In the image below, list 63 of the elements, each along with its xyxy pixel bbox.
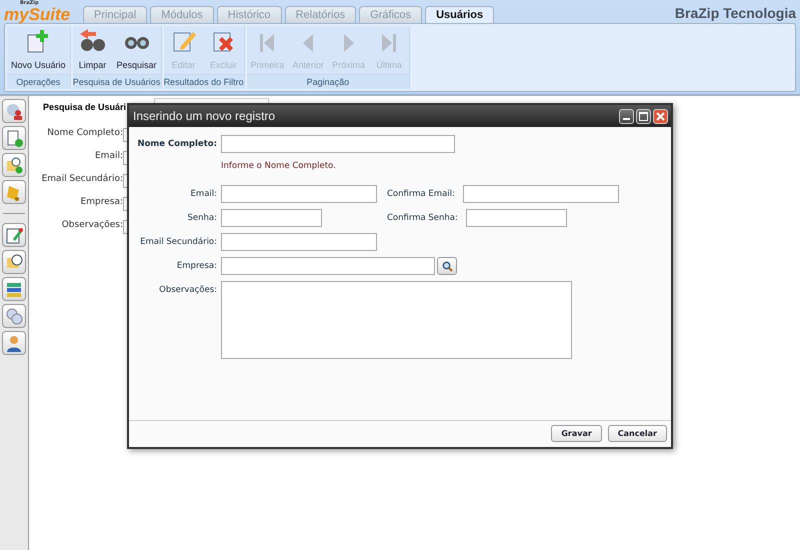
input-field[interactable] (221, 135, 455, 153)
field-label: Nome Completo: (136, 139, 217, 149)
search-button[interactable] (437, 257, 457, 275)
triangle-left-icon (301, 32, 316, 54)
field-label: Email Secundário: (40, 174, 123, 186)
search-icon (442, 260, 452, 272)
ribbon-button[interactable]: Pesquisar (112, 26, 161, 74)
sidebar-button[interactable] (2, 223, 26, 247)
ribbon-button[interactable]: Novo Usuário (7, 26, 70, 74)
dialog-title: Inserindo um novo registro (133, 109, 276, 123)
field-label: Email: (190, 189, 217, 199)
input-field[interactable] (221, 233, 377, 251)
field-label: Empresa: (80, 197, 123, 209)
input-field[interactable] (221, 185, 377, 203)
ribbon-button[interactable]: Limpar (72, 26, 113, 74)
document-plus-icon (4, 128, 24, 148)
skip-back-icon (258, 32, 276, 54)
notepad-pencil-icon (4, 226, 24, 244)
maximize-button[interactable] (636, 108, 651, 124)
menu-tab[interactable]: Módulos (150, 6, 214, 23)
input-field[interactable] (466, 209, 567, 227)
company-name: BraZip Tecnologia (674, 5, 796, 23)
triangle-right-icon (342, 32, 356, 54)
menu-tab[interactable]: Usuários (425, 6, 494, 23)
group-title: Operações (7, 74, 70, 89)
close-icon (656, 112, 665, 120)
sidebar-button[interactable] (2, 304, 26, 328)
menu-tab[interactable]: Principal (83, 6, 148, 23)
input-field[interactable] (462, 185, 619, 203)
skip-forward-icon (380, 32, 398, 54)
maximize-icon (639, 112, 648, 120)
close-button[interactable] (653, 108, 668, 124)
dialog-button[interactable]: Cancelar (608, 425, 667, 442)
textarea-field[interactable] (221, 281, 572, 359)
speech-bubbles-icon (4, 306, 24, 326)
sidebar-button[interactable] (2, 277, 26, 301)
sidebar-button[interactable] (2, 126, 26, 150)
sidebar-button[interactable] (2, 153, 26, 177)
minimize-button[interactable] (619, 108, 634, 124)
field-label: Observações: (60, 220, 123, 232)
group-title: Pesquisa de Usuários (72, 74, 161, 89)
field-label: Observações: (158, 285, 217, 295)
field-label: Email: (94, 151, 123, 163)
menu-tab[interactable]: Relatórios (284, 6, 356, 23)
validation-message: Informe o Nome Completo. (221, 161, 337, 171)
field-label: Confirma Email: (387, 189, 455, 199)
field-label: Nome Completo: (46, 128, 123, 140)
sidebar-button[interactable] (2, 180, 26, 204)
field-label: Senha: (186, 213, 217, 223)
field-label: Empresa: (176, 261, 217, 271)
binoculars-arrow-icon (78, 28, 108, 54)
input-field[interactable] (221, 209, 322, 227)
group-title: Resultados do Filtro (164, 74, 244, 89)
field-label: Confirma Senha: (387, 213, 458, 223)
dialog-button[interactable]: Gravar (551, 425, 602, 442)
sidebar-button[interactable] (2, 99, 26, 123)
menu-tab[interactable]: Histórico (216, 6, 282, 23)
input-field[interactable] (221, 257, 435, 275)
sidebar-button[interactable] (2, 250, 26, 274)
menu-tab[interactable]: Gráficos (359, 6, 422, 23)
field-label: Email Secundário: (139, 237, 217, 247)
sidebar-button[interactable] (2, 331, 26, 355)
group-title: Paginação (246, 74, 410, 89)
